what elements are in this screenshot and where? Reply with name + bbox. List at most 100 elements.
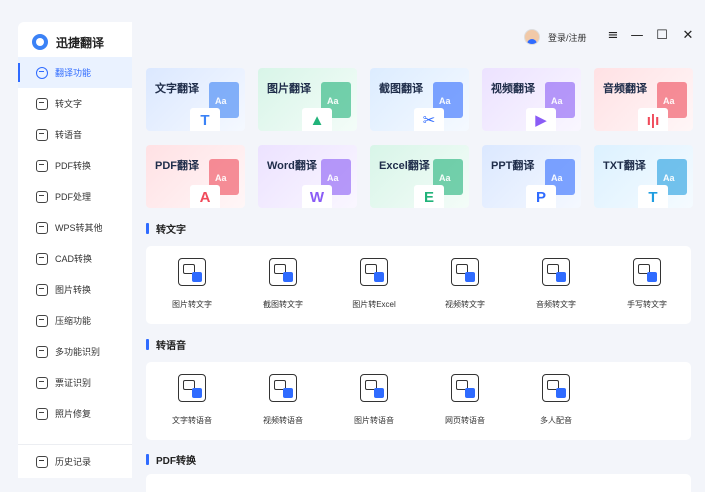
pdf-process-icon (36, 190, 48, 203)
sidebar-item[interactable]: 票证识别 (18, 367, 132, 398)
tool-item[interactable]: 多人配音 (516, 374, 596, 426)
sidebar-item-label: 转语音 (55, 130, 83, 140)
translate-card[interactable]: Aa ı|ı 音频翻译 (594, 68, 693, 131)
tool-label: 截图转文字 (263, 300, 303, 309)
tool-label: 手写转文字 (627, 300, 667, 309)
translate-card-label: 图片翻译 (267, 83, 311, 95)
file-type-icon: ▶ (526, 108, 556, 131)
file-type-icon: T (638, 185, 668, 208)
image-convert-icon (36, 283, 48, 296)
tool-item[interactable]: 图片转语音 (334, 374, 414, 426)
tool-label: 图片转文字 (172, 300, 212, 309)
translate-icon (36, 66, 48, 79)
sidebar-item[interactable]: CAD转换 (18, 243, 132, 274)
to-text-panel: 图片转文字 截图转文字 图片转Excel 视频转文字 音频转文字 手写转文字 (146, 246, 691, 324)
history-label: 历史记录 (55, 457, 92, 467)
translate-card[interactable]: Aa ▶ 视频翻译 (482, 68, 581, 131)
wps-icon (36, 221, 48, 234)
document-icon-text: Aa (439, 96, 451, 106)
text-icon (36, 97, 48, 110)
tool-item[interactable]: 截图转文字 (243, 258, 323, 310)
login-button[interactable]: 登录/注册 (524, 29, 587, 45)
sidebar: 迅捷翻译 翻译功能转文字转语音 PDF转换 PDF处理 WPS转其他 CAD转换 图片转换… (18, 22, 132, 478)
brand: 迅捷翻译 (32, 32, 104, 52)
tool-icon (269, 374, 297, 402)
tool-label: 视频转语音 (263, 416, 303, 425)
translate-card[interactable]: Aa ▲ 图片翻译 (258, 68, 357, 131)
sidebar-item[interactable]: PDF转换 (18, 150, 132, 181)
translate-card[interactable]: Aa A PDF翻译 (146, 145, 245, 208)
sidebar-item[interactable]: PDF处理 (18, 181, 132, 212)
recognize-icon (36, 345, 48, 358)
section-title-to-voice: 转语音 (146, 337, 186, 352)
file-type-icon: W (302, 185, 332, 208)
tool-item[interactable]: 文字转语音 (152, 374, 232, 426)
file-type-icon: ı|ı (638, 108, 668, 131)
section-title-to-text: 转文字 (146, 221, 186, 236)
tool-icon (178, 258, 206, 286)
tool-label: 图片转语音 (354, 416, 394, 425)
translate-card-label: 截图翻译 (379, 83, 423, 95)
sidebar-item[interactable]: 照片修复 (18, 398, 132, 429)
tool-item[interactable]: 音频转文字 (516, 258, 596, 310)
translate-card[interactable]: Aa T TXT翻译 (594, 145, 693, 208)
translate-card[interactable]: Aa ✂ 截图翻译 (370, 68, 469, 131)
translate-card[interactable]: Aa T 文字翻译 (146, 68, 245, 131)
close-icon[interactable]: ✕ (681, 29, 695, 43)
maximize-icon[interactable]: ☐ (655, 29, 669, 43)
tool-icon (542, 258, 570, 286)
tool-item[interactable]: 视频转语音 (243, 374, 323, 426)
translate-card-label: TXT翻译 (603, 160, 646, 172)
tool-label: 图片转Excel (352, 300, 396, 309)
history-icon (36, 455, 48, 468)
file-type-icon: ✂ (414, 108, 444, 131)
translate-card[interactable]: Aa P PPT翻译 (482, 145, 581, 208)
tool-icon (178, 374, 206, 402)
sidebar-item[interactable]: 转语音 (18, 119, 132, 150)
to-voice-panel: 文字转语音 视频转语音 图片转语音 网页转语音 多人配音 (146, 362, 691, 440)
minimize-icon[interactable]: — (630, 29, 644, 43)
sidebar-item[interactable]: 翻译功能 (18, 57, 132, 88)
sidebar-item-label: 翻译功能 (55, 68, 92, 78)
sidebar-nav: 翻译功能转文字转语音 PDF转换 PDF处理 WPS转其他 CAD转换 图片转换 压缩功能多… (18, 57, 132, 429)
translate-card-label: PPT翻译 (491, 160, 535, 172)
tool-label: 多人配音 (540, 416, 572, 425)
document-icon-text: Aa (551, 173, 563, 183)
document-icon-text: Aa (551, 96, 563, 106)
sidebar-item-label: WPS转其他 (55, 223, 103, 233)
tool-label: 文字转语音 (172, 416, 212, 425)
sidebar-item-label: PDF处理 (55, 192, 92, 202)
sidebar-item[interactable]: 压缩功能 (18, 305, 132, 336)
translate-card[interactable]: Aa W Word翻译 (258, 145, 357, 208)
tool-icon (360, 374, 388, 402)
pdf-convert-icon (36, 159, 48, 172)
document-icon-text: Aa (663, 96, 675, 106)
sidebar-item[interactable]: 多功能识别 (18, 336, 132, 367)
tool-icon (269, 258, 297, 286)
tool-item[interactable]: 视频转文字 (425, 258, 505, 310)
history-button[interactable]: 历史记录 (18, 444, 132, 478)
menu-icon[interactable]: ≡ (606, 29, 620, 43)
tool-item[interactable]: 网页转语音 (425, 374, 505, 426)
tool-item[interactable]: 图片转Excel (334, 258, 414, 310)
file-type-icon: E (414, 185, 444, 208)
app-name: 迅捷翻译 (56, 35, 105, 50)
sidebar-item[interactable]: 转文字 (18, 88, 132, 119)
tool-icon (451, 374, 479, 402)
pdf-panel (146, 474, 691, 492)
compress-icon (36, 314, 48, 327)
tool-icon (633, 258, 661, 286)
photo-repair-icon (36, 407, 48, 420)
tool-item[interactable]: 图片转文字 (152, 258, 232, 310)
voice-icon (36, 128, 48, 141)
tool-item[interactable]: 手写转文字 (607, 258, 687, 310)
sidebar-item[interactable]: 图片转换 (18, 274, 132, 305)
sidebar-item[interactable]: WPS转其他 (18, 212, 132, 243)
translate-card[interactable]: Aa E Excel翻译 (370, 145, 469, 208)
tool-label: 视频转文字 (445, 300, 485, 309)
document-icon-text: Aa (327, 96, 339, 106)
login-label: 登录/注册 (548, 32, 587, 43)
translate-card-label: 文字翻译 (155, 83, 199, 95)
document-icon-text: Aa (327, 173, 339, 183)
document-icon-text: Aa (439, 173, 451, 183)
